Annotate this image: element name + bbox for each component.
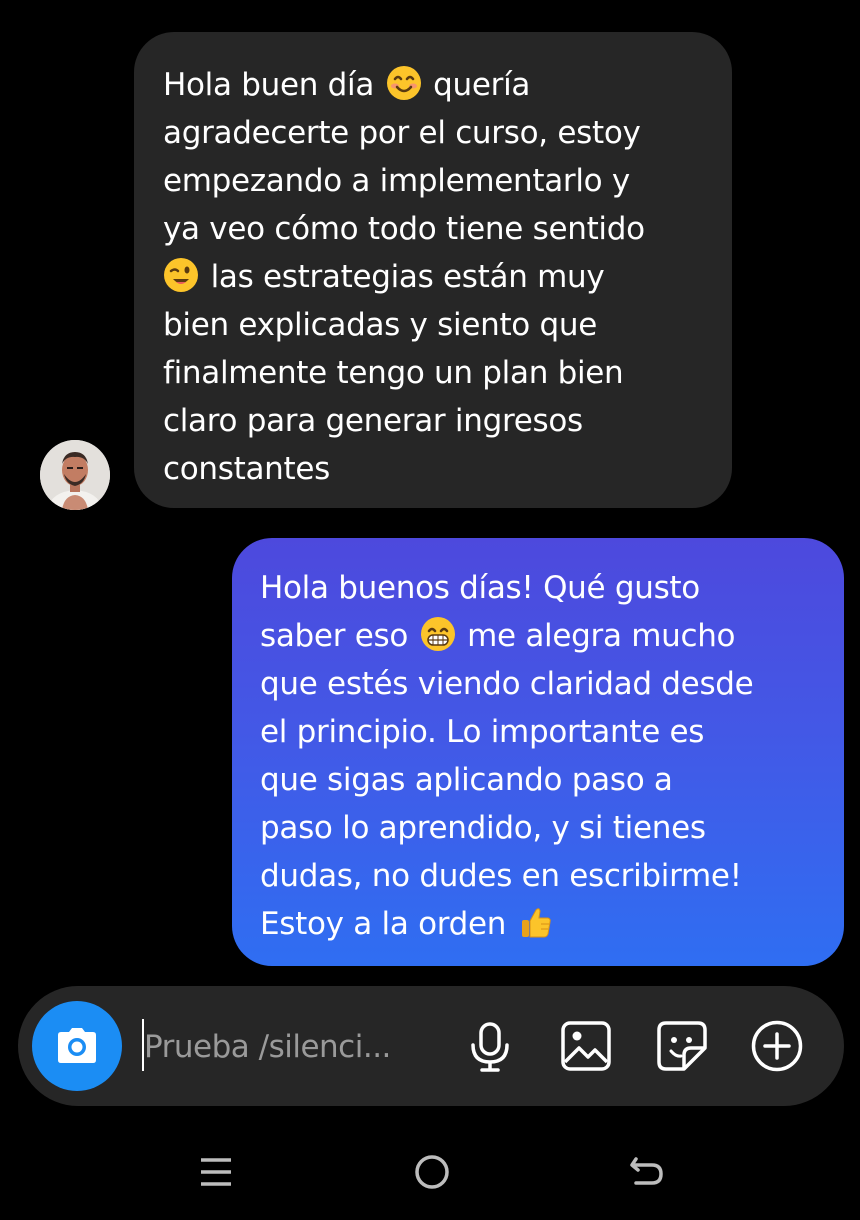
back-button[interactable] <box>628 1152 668 1196</box>
message-line: empezando a implementarlo y <box>163 163 630 199</box>
system-navigation-bar <box>0 1130 860 1220</box>
message-line: finalmente tengo un plan bien <box>163 355 624 391</box>
recents-icon <box>201 1158 231 1186</box>
gallery-icon <box>561 1021 611 1071</box>
grinning-face-emoji-icon <box>420 616 456 652</box>
gallery-button[interactable] <box>560 1020 612 1072</box>
message-line: paso lo aprendido, y si tienes <box>260 810 706 846</box>
message-line: las estrategias están muy <box>163 253 712 301</box>
message-line: claro para generar ingresos <box>163 403 583 439</box>
message-line: bien explicadas y siento que <box>163 307 598 343</box>
message-line: dudas, no dudes en escribirme! <box>260 858 742 894</box>
message-line: Hola buen día quería <box>163 65 531 103</box>
message-composer <box>18 986 844 1106</box>
camera-icon <box>58 1028 96 1063</box>
winking-face-emoji-icon <box>163 257 199 293</box>
message-line: el principio. Lo importante es <box>260 714 705 750</box>
sticker-button[interactable] <box>656 1020 708 1072</box>
back-icon <box>630 1157 663 1185</box>
thumbs-up-emoji-icon <box>518 904 554 940</box>
incoming-message-bubble[interactable]: Hola buen día quería agradecerte por el … <box>134 32 732 508</box>
recents-button[interactable] <box>198 1152 234 1196</box>
sticker-icon <box>657 1021 707 1071</box>
message-line: constantes <box>163 451 330 487</box>
message-line: Hola buenos días! Qué gusto <box>260 570 700 606</box>
message-line: saber eso me alegra mucho <box>260 616 736 654</box>
message-line: que sigas aplicando paso a <box>260 762 673 798</box>
message-line: Estoy a la orden <box>260 900 826 948</box>
microphone-icon <box>471 1022 509 1072</box>
message-input[interactable] <box>144 1022 444 1072</box>
home-button[interactable] <box>412 1152 452 1196</box>
contact-avatar[interactable] <box>40 440 110 510</box>
more-options-button[interactable] <box>751 1020 803 1072</box>
smiling-face-emoji-icon <box>386 65 422 101</box>
message-line: agradecerte por el curso, estoy <box>163 115 641 151</box>
outgoing-message-bubble[interactable]: Hola buenos días! Qué gusto saber eso me… <box>232 538 844 966</box>
home-icon <box>415 1155 449 1189</box>
microphone-button[interactable] <box>464 1020 516 1072</box>
plus-icon <box>751 1020 803 1072</box>
message-line: que estés viendo claridad desde <box>260 666 754 702</box>
message-thread: Hola buen día quería agradecerte por el … <box>0 0 860 985</box>
message-line: ya veo cómo todo tiene sentido <box>163 211 645 247</box>
camera-button[interactable] <box>32 1001 122 1091</box>
